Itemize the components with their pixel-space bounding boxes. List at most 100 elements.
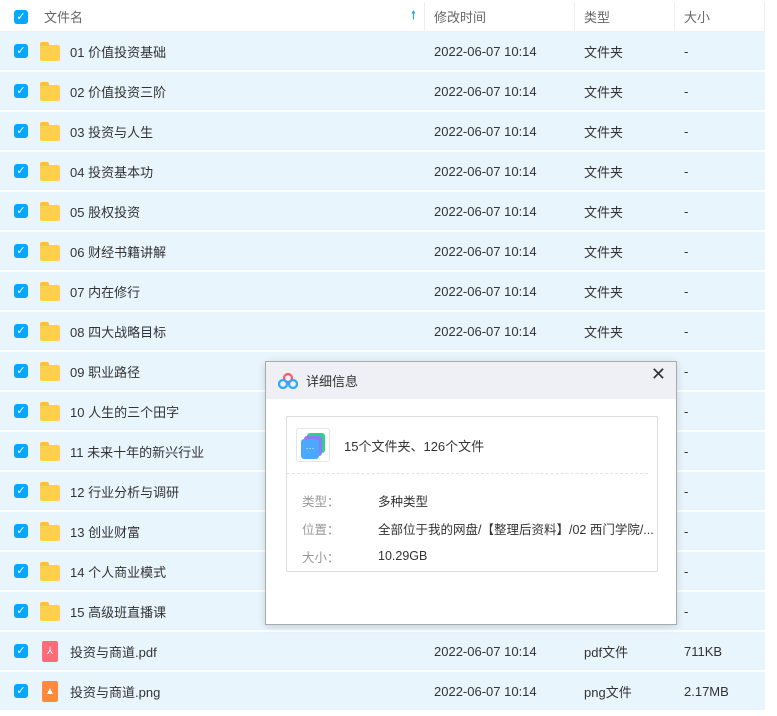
details-dialog: 详细信息 ✕ ··· 15个文件夹、126个文件 类型： 多种类型 位置： 全部位于…	[265, 361, 677, 625]
column-header-size[interactable]: 大小	[675, 2, 765, 31]
file-name[interactable]: 14 个人商业模式	[70, 562, 166, 581]
file-size: -	[684, 283, 689, 299]
modified-time: 2022-06-07 10:14	[434, 123, 537, 139]
row-checkbox[interactable]: ✓	[14, 84, 28, 98]
file-name[interactable]: 04 投资基本功	[70, 162, 153, 181]
cloud-logo-icon	[278, 372, 298, 389]
row-checkbox[interactable]: ✓	[14, 284, 28, 298]
type-value: 多种类型	[378, 494, 429, 509]
file-size: -	[684, 563, 689, 579]
table-row[interactable]: ✓ 06 财经书籍讲解 2022-06-07 10:14 文件夹 -	[0, 232, 765, 272]
modified-time: 2022-06-07 10:14	[434, 323, 537, 339]
table-row[interactable]: ✓ 07 内在修行 2022-06-07 10:14 文件夹 -	[0, 272, 765, 312]
file-name[interactable]: 06 财经书籍讲解	[70, 242, 166, 261]
dialog-titlebar: 详细信息	[266, 362, 676, 399]
row-checkbox[interactable]: ✓	[14, 484, 28, 498]
row-checkbox[interactable]: ✓	[14, 164, 28, 178]
row-checkbox[interactable]: ✓	[14, 364, 28, 378]
folder-icon	[40, 162, 60, 181]
file-type: 文件夹	[584, 204, 624, 220]
file-size: -	[684, 83, 689, 99]
select-all-checkbox[interactable]: ✓	[14, 9, 28, 24]
file-type: 文件夹	[584, 284, 624, 300]
row-checkbox[interactable]: ✓	[14, 324, 28, 338]
row-checkbox[interactable]: ✓	[14, 604, 28, 618]
row-checkbox[interactable]: ✓	[14, 684, 28, 698]
row-checkbox[interactable]: ✓	[14, 244, 28, 258]
column-header-type[interactable]: 类型	[575, 2, 675, 31]
file-size: -	[684, 403, 689, 419]
folder-icon	[40, 482, 60, 501]
file-name[interactable]: 投资与商道.pdf	[70, 642, 157, 661]
folder-icon	[40, 402, 60, 421]
file-type: 文件夹	[584, 324, 624, 340]
modified-time: 2022-06-07 10:14	[434, 163, 537, 179]
file-size: -	[684, 523, 689, 539]
table-row[interactable]: ✓ 01 价值投资基础 2022-06-07 10:14 文件夹 -	[0, 32, 765, 72]
column-header-name[interactable]: ✓ 文件名 🠕	[0, 2, 425, 31]
table-row[interactable]: ✓ 02 价值投资三阶 2022-06-07 10:14 文件夹 -	[0, 72, 765, 112]
table-row[interactable]: ✓ 03 投资与人生 2022-06-07 10:14 文件夹 -	[0, 112, 765, 152]
table-row[interactable]: ✓ 05 股权投资 2022-06-07 10:14 文件夹 -	[0, 192, 765, 232]
file-name[interactable]: 10 人生的三个田字	[70, 402, 179, 421]
modified-time: 2022-06-07 10:14	[434, 83, 537, 99]
file-type: 文件夹	[584, 44, 624, 60]
file-name[interactable]: 03 投资与人生	[70, 122, 153, 141]
file-name[interactable]: 01 价值投资基础	[70, 42, 166, 61]
size-label: 大小：	[302, 550, 340, 565]
row-checkbox[interactable]: ✓	[14, 644, 28, 658]
file-type: 文件夹	[584, 244, 624, 260]
file-type: 文件夹	[584, 164, 624, 180]
folder-icon	[40, 202, 60, 221]
file-name[interactable]: 02 价值投资三阶	[70, 82, 166, 101]
table-row[interactable]: ✓ 08 四大战略目标 2022-06-07 10:14 文件夹 -	[0, 312, 765, 352]
arrow-up-icon[interactable]: 🠕	[411, 6, 416, 27]
row-checkbox[interactable]: ✓	[14, 44, 28, 58]
column-header-time[interactable]: 修改时间	[425, 2, 575, 31]
file-name[interactable]: 15 高级班直播课	[70, 602, 166, 621]
location-value[interactable]: 全部位于我的网盘/【整理后资料】/02 西门学院/...	[378, 519, 654, 538]
modified-time: 2022-06-07 10:14	[434, 643, 537, 659]
row-checkbox[interactable]: ✓	[14, 404, 28, 418]
folder-icon	[40, 82, 60, 101]
file-name[interactable]: 08 四大战略目标	[70, 322, 166, 341]
file-name[interactable]: 投资与商道.png	[70, 682, 160, 701]
file-size: -	[684, 443, 689, 459]
file-name[interactable]: 09 职业路径	[70, 362, 140, 381]
row-checkbox[interactable]: ✓	[14, 564, 28, 578]
file-size: 711KB	[684, 643, 723, 659]
table-row[interactable]: ✓ ▲ 投资与商道.png 2022-06-07 10:14 png文件 2.17M…	[0, 672, 765, 712]
folder-icon	[40, 442, 60, 461]
file-size: -	[684, 123, 689, 139]
image-file-icon: ▲	[42, 680, 58, 702]
file-name[interactable]: 12 行业分析与调研	[70, 482, 179, 501]
file-name[interactable]: 07 内在修行	[70, 282, 140, 301]
row-checkbox[interactable]: ✓	[14, 444, 28, 458]
folder-icon	[40, 562, 60, 581]
size-value: 10.29GB	[378, 549, 428, 563]
file-size: -	[684, 603, 689, 619]
header-label: 大小	[684, 10, 711, 25]
header-label: 文件名	[44, 10, 84, 25]
table-row[interactable]: ✓ ⅄ 投资与商道.pdf 2022-06-07 10:14 pdf文件 711KB	[0, 632, 765, 672]
close-icon[interactable]: ✕	[651, 364, 666, 385]
folder-icon	[40, 242, 60, 261]
file-name[interactable]: 13 创业财富	[70, 522, 140, 541]
table-header: ✓ 文件名 🠕 修改时间 类型 大小	[0, 2, 765, 32]
folder-icon	[40, 602, 60, 621]
type-label: 类型：	[302, 494, 340, 509]
table-row[interactable]: ✓ 04 投资基本功 2022-06-07 10:14 文件夹 -	[0, 152, 765, 192]
location-label: 位置：	[302, 522, 340, 537]
row-checkbox[interactable]: ✓	[14, 524, 28, 538]
row-checkbox[interactable]: ✓	[14, 124, 28, 138]
file-type: 文件夹	[584, 84, 624, 100]
modified-time: 2022-06-07 10:14	[434, 243, 537, 259]
row-checkbox[interactable]: ✓	[14, 204, 28, 218]
file-size: -	[684, 323, 689, 339]
file-name[interactable]: 05 股权投资	[70, 202, 140, 221]
file-type: png文件	[584, 684, 632, 700]
modified-time: 2022-06-07 10:14	[434, 283, 537, 299]
file-name[interactable]: 11 未来十年的新兴行业	[70, 442, 204, 461]
dialog-title: 详细信息	[306, 374, 359, 389]
file-type: pdf文件	[584, 644, 629, 660]
